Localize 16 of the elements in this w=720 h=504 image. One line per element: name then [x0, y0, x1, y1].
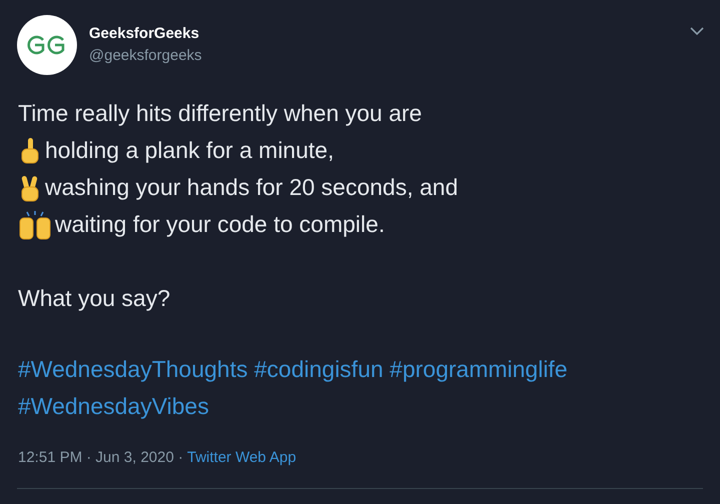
logo-icon [27, 34, 67, 56]
tweet-timestamp[interactable]: 12:51 PM · Jun 3, 2020 · [18, 447, 184, 470]
tweet-text-line: holding a plank for a minute, [45, 136, 334, 165]
hashtag-link[interactable]: #WednesdayVibes [18, 393, 209, 419]
chevron-down-icon[interactable] [690, 26, 704, 36]
raised-hands-icon [18, 210, 52, 240]
author-handle[interactable]: @geeksforgeeks [89, 45, 202, 68]
hashtag-link[interactable]: #programminglife [390, 356, 568, 382]
hashtag-link[interactable]: #WednesdayThoughts [18, 356, 248, 382]
tweet-text-line: waiting for your code to compile. [55, 210, 385, 239]
source-link[interactable]: Twitter Web App [187, 447, 296, 470]
hashtag-link[interactable]: #codingisfun [254, 356, 384, 382]
tweet-question: What you say? [18, 284, 172, 313]
tweet-text-line: Time really hits differently when you are [18, 99, 422, 128]
tweet-text-line: washing your hands for 20 seconds, and [45, 173, 458, 202]
author-name[interactable]: GeeksforGeeks [89, 22, 202, 45]
